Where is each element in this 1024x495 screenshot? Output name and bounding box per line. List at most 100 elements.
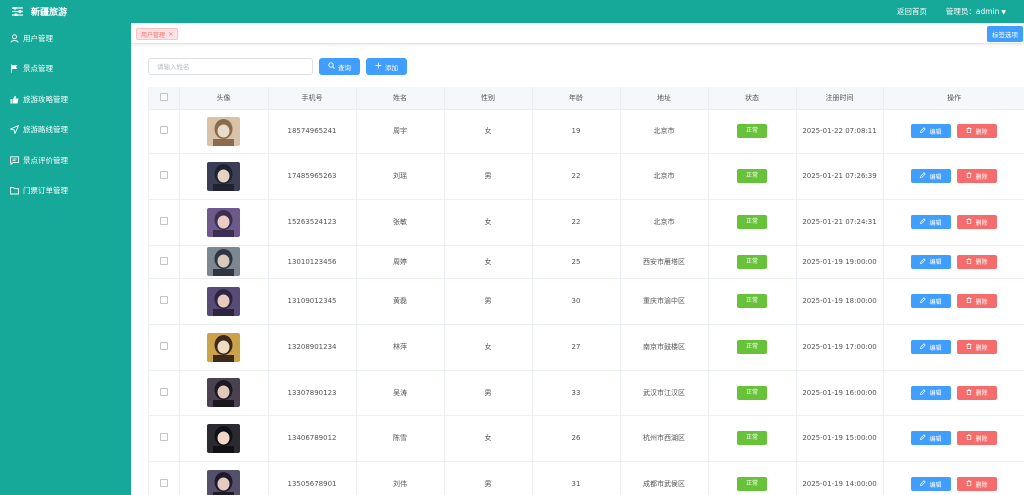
row-checkbox[interactable] [159, 296, 168, 304]
row-checkbox[interactable] [159, 217, 168, 225]
avatar [207, 247, 240, 276]
delete-button[interactable]: 删除 [957, 124, 997, 138]
add-button[interactable]: 添加 [366, 58, 407, 75]
status-badge[interactable]: 正常 [737, 169, 767, 183]
edit-button[interactable]: 编辑 [911, 340, 951, 354]
top-bar: 新疆旅游 返回首页 管理员：admin ▼ [0, 0, 1024, 23]
row-checkbox[interactable] [159, 342, 168, 350]
register-time-cell: 2025-01-19 14:00:00 [796, 461, 884, 495]
status-badge[interactable]: 正常 [737, 294, 767, 308]
delete-button[interactable]: 删除 [957, 431, 997, 445]
actions-cell: 编辑 删除 [883, 153, 1024, 200]
address-cell: 北京市 [620, 153, 709, 200]
register-time-cell: 2025-01-19 16:00:00 [796, 370, 884, 416]
search-input[interactable] [148, 58, 313, 75]
status-badge[interactable]: 正常 [737, 124, 767, 138]
home-link[interactable]: 返回首页 [897, 6, 927, 17]
status-cell: 正常 [708, 199, 797, 246]
gender-cell: 男 [444, 278, 533, 325]
sidebar-item-attractions[interactable]: 景点管理 [0, 54, 131, 85]
gender-cell: 男 [444, 370, 533, 416]
row-select-cell [149, 461, 180, 495]
row-checkbox[interactable] [159, 433, 168, 441]
edit-icon [920, 388, 927, 397]
status-badge[interactable]: 正常 [737, 477, 767, 491]
sidebar-item-orders[interactable]: 门票订单管理 [0, 176, 131, 207]
tag-options-button[interactable]: 标签选项 [987, 26, 1023, 42]
row-checkbox[interactable] [159, 126, 168, 134]
edit-button[interactable]: 编辑 [911, 431, 951, 445]
toolbar: 查询 添加 [148, 58, 407, 75]
row-select-cell [149, 278, 180, 325]
tag-users[interactable]: 用户管理 × [136, 28, 179, 40]
edit-button[interactable]: 编辑 [911, 294, 951, 308]
query-button[interactable]: 查询 [319, 58, 360, 75]
actions-cell: 编辑 删除 [883, 415, 1024, 462]
table-row: 13208901234 林萍女 27 南京市鼓楼区 正常 2025-01-19 17:00… [149, 324, 1024, 371]
delete-button[interactable]: 删除 [957, 215, 997, 229]
avatar [207, 116, 240, 146]
menu-toggle-icon[interactable] [9, 5, 25, 19]
sidebar-item-routes[interactable]: 旅游路线管理 [0, 115, 131, 146]
avatar [207, 332, 240, 362]
delete-button[interactable]: 删除 [957, 385, 997, 400]
phone-cell: 13010123456 [268, 245, 357, 279]
delete-label: 删除 [975, 390, 988, 397]
close-icon[interactable]: × [168, 30, 173, 38]
edit-button[interactable]: 编辑 [911, 169, 951, 183]
edit-icon [920, 257, 927, 266]
row-select-cell [149, 415, 180, 462]
trash-icon [966, 343, 972, 351]
select-all-cell [149, 87, 180, 110]
avatar-cell [179, 109, 269, 154]
age-cell: 31 [532, 461, 621, 495]
status-badge[interactable]: 正常 [737, 215, 767, 229]
gender-cell: 男 [444, 153, 533, 200]
delete-button[interactable]: 删除 [957, 294, 997, 308]
edit-button[interactable]: 编辑 [911, 215, 951, 229]
status-badge[interactable]: 正常 [737, 254, 767, 269]
status-badge[interactable]: 正常 [737, 340, 767, 354]
edit-button[interactable]: 编辑 [911, 124, 951, 138]
actions-cell: 编辑 删除 [883, 199, 1024, 246]
address-cell: 北京市 [620, 109, 709, 154]
status-cell: 正常 [708, 461, 797, 495]
select-all-checkbox[interactable] [159, 92, 168, 101]
status-badge[interactable]: 正常 [737, 385, 767, 400]
edit-label: 编辑 [929, 481, 942, 489]
edit-button[interactable]: 编辑 [911, 254, 951, 269]
delete-button[interactable]: 删除 [957, 254, 997, 269]
table-row: 17485965263 刘瑶男 22 北京市 正常 2025-01-21 07:26:39… [149, 153, 1024, 200]
sidebar-item-guides[interactable]: 旅游攻略管理 [0, 84, 131, 115]
row-checkbox[interactable] [159, 256, 168, 265]
avatar-cell [179, 324, 269, 371]
admin-menu[interactable]: 管理员：admin ▼ [946, 6, 1006, 17]
delete-button[interactable]: 删除 [957, 477, 997, 491]
edit-button[interactable]: 编辑 [911, 385, 951, 400]
delete-label: 删除 [975, 344, 988, 352]
name-cell: 黄磊 [356, 278, 445, 325]
phone-cell: 17485965263 [268, 153, 357, 200]
sidebar-item-label: 用户管理 [23, 33, 53, 43]
delete-button[interactable]: 删除 [957, 340, 997, 354]
delete-label: 删除 [975, 173, 988, 181]
send-icon [9, 125, 19, 135]
row-checkbox[interactable] [159, 479, 168, 487]
table-row: 15263524123 张敏女 22 北京市 正常 2025-01-21 07:24:31… [149, 199, 1024, 246]
edit-button[interactable]: 编辑 [911, 477, 951, 491]
trash-icon [966, 297, 972, 305]
sidebar: 用户管理 景点管理 旅游攻略管理 旅游路线管理 景点评价管理 门票订单管理 [0, 23, 131, 495]
row-select-cell [149, 245, 180, 279]
row-select-cell [149, 370, 180, 416]
avatar-cell [179, 461, 269, 495]
status-cell: 正常 [708, 415, 797, 462]
delete-button[interactable]: 删除 [957, 169, 997, 183]
sidebar-item-reviews[interactable]: 景点评价管理 [0, 145, 131, 176]
sidebar-item-users[interactable]: 用户管理 [0, 23, 131, 54]
row-checkbox[interactable] [159, 171, 168, 179]
actions-cell: 编辑 删除 [883, 245, 1024, 279]
delete-label: 删除 [975, 298, 988, 306]
row-checkbox[interactable] [159, 387, 168, 396]
gender-cell: 女 [444, 199, 533, 246]
status-badge[interactable]: 正常 [737, 431, 767, 445]
